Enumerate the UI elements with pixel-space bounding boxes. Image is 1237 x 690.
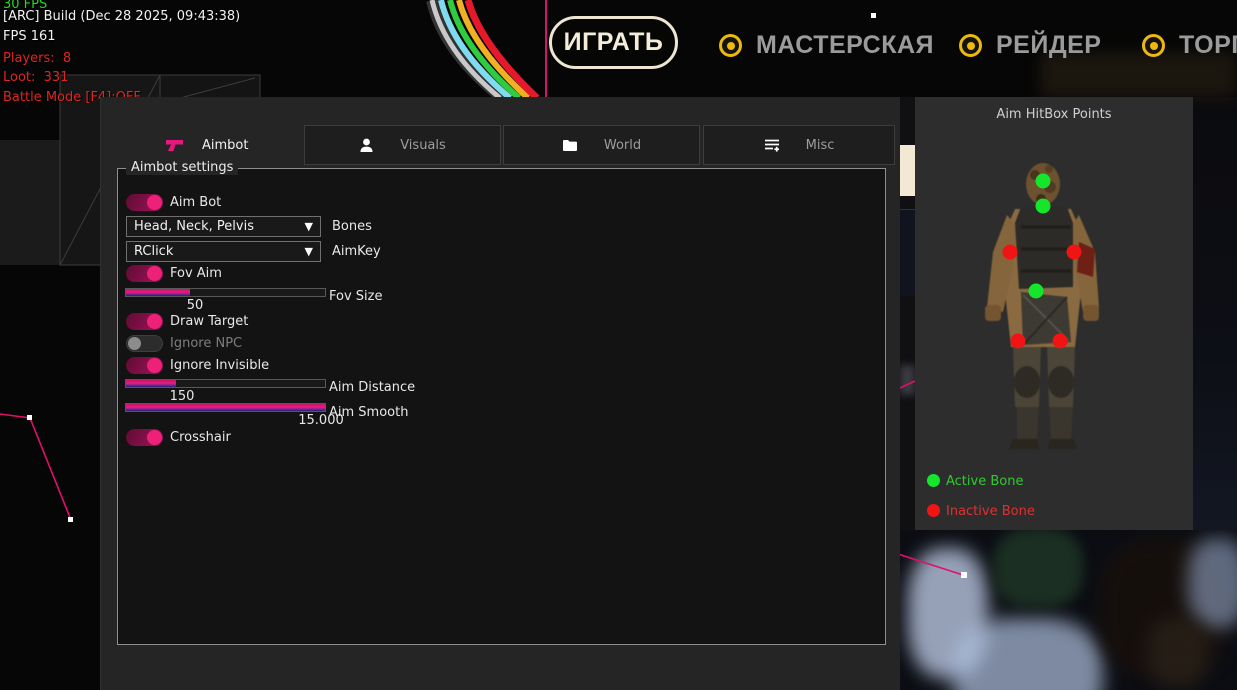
toggle-knob [147, 195, 162, 210]
marker-dot [871, 13, 876, 18]
aim-distance-slider[interactable] [125, 379, 326, 388]
bones-dropdown[interactable]: Head, Neck, Pelvis ▼ [126, 216, 321, 237]
coin-icon [719, 34, 742, 57]
play-button[interactable]: ИГРАТЬ [549, 16, 678, 69]
character-model [975, 157, 1135, 457]
cheat-menu-panel: Aimbot Visuals World Misc Aimbot setting… [100, 97, 900, 690]
rainbow-stripe [420, 0, 570, 98]
menu-item-label: МАСТЕРСКАЯ [756, 31, 934, 60]
esp-line-left [0, 398, 90, 528]
chevron-down-icon: ▼ [305, 220, 313, 233]
aimkey-value: RClick [134, 244, 173, 259]
tab-aimbot[interactable]: Aimbot [117, 125, 302, 165]
hitbox-point-right-arm [1067, 245, 1082, 260]
hitbox-panel-title: Aim HitBox Points [915, 107, 1193, 122]
person-icon [359, 138, 374, 153]
toggle-knob [147, 358, 162, 373]
playlist-add-icon [764, 138, 780, 152]
bones-value: Head, Neck, Pelvis [134, 219, 254, 234]
fov-size-value: 50 [187, 298, 204, 313]
tab-misc[interactable]: Misc [703, 125, 895, 165]
aim-bot-label: Aim Bot [170, 195, 221, 210]
fov-size-slider[interactable] [125, 288, 326, 297]
esp-vertical-line [545, 0, 547, 97]
aim-distance-label: Aim Distance [329, 380, 415, 395]
active-bone-dot [927, 474, 940, 487]
fov-aim-label: Fov Aim [170, 266, 222, 281]
fov-size-label: Fov Size [329, 289, 382, 304]
game-screen: { "overlay": { "fps_counter": "30 FPS", … [0, 0, 1237, 690]
crosshair-toggle[interactable] [126, 429, 163, 446]
game-background-scene [898, 528, 1237, 690]
inactive-bone-label: Inactive Bone [946, 504, 1035, 519]
slider-fill [126, 404, 325, 411]
draw-target-label: Draw Target [170, 314, 248, 329]
tab-label: Misc [806, 138, 835, 153]
menu-item-raider[interactable]: РЕЙДЕР [959, 31, 1101, 60]
draw-target-toggle[interactable] [126, 313, 163, 330]
menu-item-workshop[interactable]: МАСТЕРСКАЯ [719, 31, 934, 60]
loot-count: Loot: 331 [3, 70, 68, 85]
fov-aim-toggle[interactable] [126, 265, 163, 282]
players-count: Players: 8 [3, 51, 71, 66]
coin-icon [959, 34, 982, 57]
aim-smooth-slider[interactable] [125, 403, 326, 412]
hitbox-point-neck [1036, 199, 1051, 214]
menu-item-label: РЕЙДЕР [996, 31, 1101, 60]
tab-label: Visuals [400, 138, 446, 153]
play-button-label: ИГРАТЬ [564, 28, 664, 57]
aimkey-label: AimKey [332, 244, 381, 259]
build-info: [ARC] Build (Dec 28 2025, 09:43:38) [3, 9, 240, 24]
hitbox-point-pelvis [1029, 284, 1044, 299]
hitbox-preview-panel: Aim HitBox Points [915, 97, 1193, 530]
toggle-knob [147, 430, 162, 445]
hitbox-point-left-arm [1003, 245, 1018, 260]
menu-item-trade[interactable]: ТОРГО [1142, 31, 1237, 60]
hitbox-point-left-thigh [1011, 334, 1026, 349]
ignore-npc-toggle[interactable] [126, 335, 163, 352]
slider-fill [126, 380, 176, 387]
fps-label: FPS 161 [3, 29, 56, 44]
slider-fill [126, 289, 190, 296]
ignore-invisible-label: Ignore Invisible [170, 358, 269, 373]
aim-smooth-label: Aim Smooth [329, 405, 408, 420]
hitbox-point-right-thigh [1053, 334, 1068, 349]
toggle-knob [147, 266, 162, 281]
tab-world[interactable]: World [503, 125, 700, 165]
toggle-knob [128, 337, 141, 350]
bones-label: Bones [332, 219, 372, 234]
toggle-knob [147, 314, 162, 329]
aimbot-settings-group: Aimbot settings Aim Bot Head, Neck, Pelv… [117, 168, 886, 645]
game-background-mid [900, 97, 915, 530]
inactive-bone-dot [927, 504, 940, 517]
aimkey-dropdown[interactable]: RClick ▼ [126, 241, 321, 262]
folder-icon [562, 139, 578, 152]
ignore-npc-label: Ignore NPC [170, 336, 242, 351]
tab-label: World [604, 138, 641, 153]
active-bone-label: Active Bone [946, 474, 1023, 489]
ignore-invisible-toggle[interactable] [126, 357, 163, 374]
crosshair-label: Crosshair [170, 430, 231, 445]
aim-distance-value: 150 [170, 389, 195, 404]
aim-bot-toggle[interactable] [126, 194, 163, 211]
group-title: Aimbot settings [126, 160, 238, 175]
pistol-icon [165, 138, 184, 152]
tab-label: Aimbot [202, 138, 248, 153]
coin-icon [1142, 34, 1165, 57]
tab-visuals[interactable]: Visuals [304, 125, 501, 165]
hitbox-point-head [1036, 174, 1051, 189]
menu-item-label: ТОРГО [1179, 31, 1237, 60]
game-background-right [1193, 97, 1237, 530]
chevron-down-icon: ▼ [305, 245, 313, 258]
